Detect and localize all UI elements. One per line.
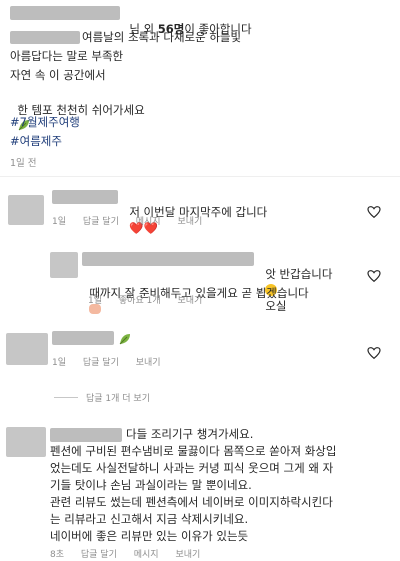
comment-4-meta: 8초 답글 달기 메시지 보내기: [50, 547, 214, 560]
comment-4-line-5: 관련 리뷰도 썼는데 펜션측에서 네이버로 이미지하락시킨다: [50, 495, 333, 509]
comment-time: 1일: [52, 217, 67, 227]
reply-button[interactable]: 답글 달기: [83, 358, 119, 368]
comment-4-line-7: 네이버에 좋은 리뷰만 있는 이유가 있는듯: [50, 529, 249, 543]
redacted-username[interactable]: [10, 6, 120, 20]
send-button[interactable]: 보내기: [175, 550, 200, 560]
comment-4-line-6: 는 리뷰라고 신고해서 지금 삭제시키네요.: [50, 512, 249, 526]
message-button[interactable]: 메시지: [134, 550, 159, 560]
divider: [0, 176, 400, 177]
hashtag-여름제주[interactable]: #여름제주: [10, 133, 62, 149]
comment-4-line-2: 펜션에 구비된 편수냄비로 물끓이다 몸쪽으로 쏟아져 화상입: [50, 444, 337, 458]
comment-time: 8초: [50, 550, 65, 560]
reply-button[interactable]: 답글 달기: [81, 550, 117, 560]
send-button[interactable]: 보내기: [177, 217, 202, 227]
post-time: 1일 전: [10, 158, 37, 169]
hashtag-7월제주여행[interactable]: #7월제주여행: [10, 114, 80, 130]
comment-time: 1일: [52, 358, 67, 368]
caption-line-1: 여름날의 초록과 다채로운 하늘빛: [82, 30, 242, 44]
redacted-commenter[interactable]: [50, 428, 122, 442]
comment-4-line-3: 었는데도 사실전달하니 사과는 커녕 피식 웃으며 그게 왜 자: [50, 461, 334, 475]
likes-count-button[interactable]: 좋아요 1개: [119, 296, 161, 306]
message-button[interactable]: 메시지: [136, 217, 161, 227]
comment-3-meta: 1일 답글 달기 보내기: [52, 355, 175, 368]
comment-1-text: 저 이번달 마지막주에 갑니다 ❤️❤️: [122, 188, 267, 236]
reply-thread-line: [54, 397, 78, 398]
redacted-commenter[interactable]: [82, 252, 254, 266]
avatar[interactable]: [50, 252, 78, 278]
comment-time: 1일: [88, 296, 103, 306]
redacted-commenter[interactable]: [52, 331, 114, 345]
view-more-replies[interactable]: 답글 1개 더 보기: [86, 391, 150, 404]
heart-outline-icon[interactable]: [366, 345, 382, 361]
redacted-author[interactable]: [10, 31, 80, 44]
redacted-commenter[interactable]: [52, 190, 118, 204]
reply-button[interactable]: 답글 달기: [83, 217, 119, 227]
avatar[interactable]: [6, 333, 48, 365]
heart-outline-icon[interactable]: [366, 204, 382, 220]
comment-4-line-1: 다들 조리기구 챙겨가세요.: [126, 427, 254, 441]
leaf-icon: [119, 334, 130, 345]
send-button[interactable]: 보내기: [136, 358, 161, 368]
caption-line-3: 자연 속 이 공간에서: [10, 68, 106, 82]
caption-line-2: 아름답다는 말로 부족한: [10, 49, 124, 63]
avatar[interactable]: [8, 195, 44, 225]
avatar[interactable]: [6, 427, 46, 457]
send-button[interactable]: 보내기: [177, 296, 202, 306]
heart-outline-icon[interactable]: [366, 268, 382, 284]
reply-meta: 1일 좋아요 1개 보내기: [88, 293, 216, 306]
comment-1-meta: 1일 답글 달기 메시지 보내기: [52, 214, 216, 227]
comment-4-line-4: 기들 탓이냐 손님 과실이라는 말 뿐이네요.: [50, 478, 252, 492]
